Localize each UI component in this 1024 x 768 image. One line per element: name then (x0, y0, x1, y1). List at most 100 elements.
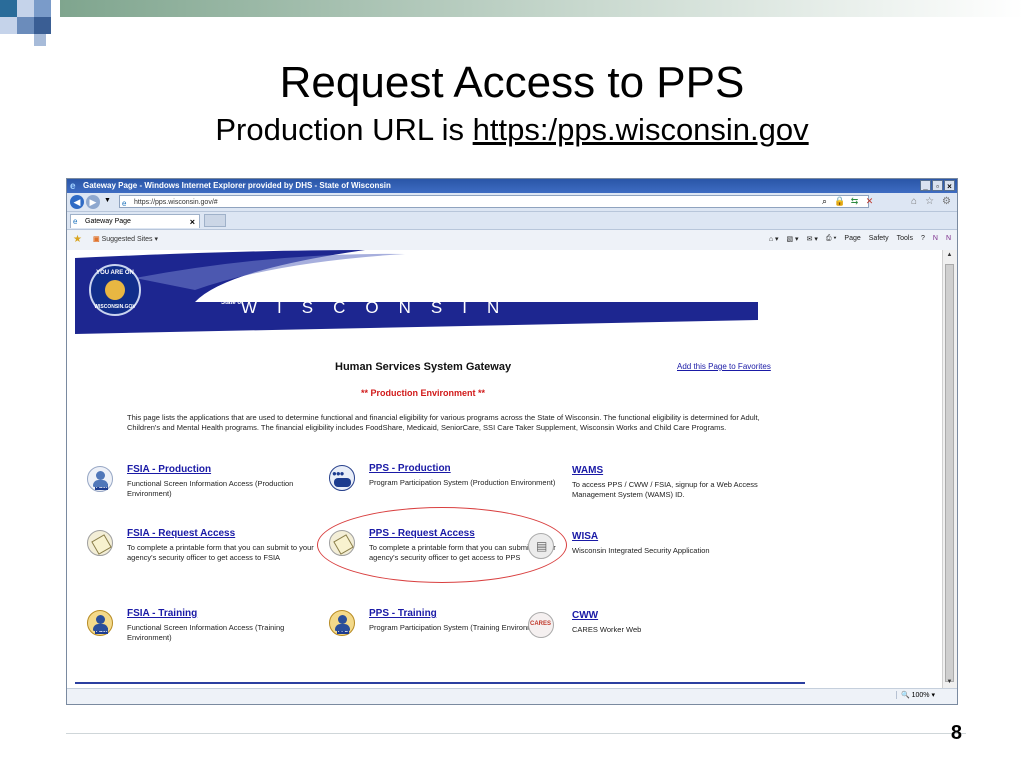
window-title: Gateway Page - Windows Internet Explorer… (83, 181, 391, 190)
slide-title: Request Access to PPS (279, 58, 745, 107)
icon-badge: PPS (337, 628, 350, 634)
zoom-level: 100% (911, 692, 930, 699)
history-dropdown-icon[interactable]: ▼ (104, 197, 111, 204)
gateway-title: Human Services System Gateway (335, 361, 512, 373)
icon-badge: FSIA (95, 484, 109, 490)
scroll-down-icon[interactable]: ▼ (945, 679, 954, 688)
app-link[interactable]: FSIA - Training (127, 608, 197, 619)
suggested-sites-label: Suggested Sites (101, 236, 153, 243)
environment-label: ** Production Environment ** (361, 388, 486, 398)
status-bar: 🔍 100% ▾ (67, 688, 957, 704)
favorites-star-icon[interactable]: ☆ (925, 196, 934, 207)
app-fsia-production[interactable]: FSIA FSIA - Production Functional Screen… (87, 464, 317, 504)
app-description: Functional Screen Information Access (Pr… (127, 479, 294, 498)
menu-safety[interactable]: Safety (869, 235, 889, 243)
app-link[interactable]: PPS - Production (369, 463, 451, 474)
app-pps-training[interactable]: PPS PPS - Training Program Participation… (329, 608, 559, 648)
wisconsin-gov-seal-icon[interactable]: YOU ARE ON WISCONSIN.GOV (89, 264, 141, 316)
app-link[interactable]: CWW (572, 610, 598, 621)
seal-bottom-text: WISCONSIN.GOV (94, 304, 136, 310)
cares-icon (528, 612, 554, 638)
browser-titlebar: e Gateway Page - Windows Internet Explor… (67, 179, 957, 193)
seal-top-text: YOU ARE ON (96, 270, 134, 276)
app-link[interactable]: WAMS (572, 465, 603, 476)
person-icon: FSIA (87, 610, 113, 636)
onenote-icon[interactable]: N (933, 235, 938, 243)
restore-button[interactable]: ▫ (932, 180, 943, 191)
tab-favicon-icon: e (73, 217, 78, 226)
production-url-link[interactable]: https:/pps.wisconsin.gov (473, 112, 809, 147)
group-icon: PPS (329, 610, 355, 636)
forward-icon[interactable]: ▶ (86, 195, 100, 209)
tab-gateway-page[interactable]: e Gateway Page × (70, 214, 200, 228)
page-viewport: YOU ARE ON WISCONSIN.GOV State of WISCON… (67, 250, 943, 690)
menu-page[interactable]: Page (844, 235, 860, 243)
lock-icon (528, 533, 554, 559)
app-link[interactable]: PPS - Training (369, 608, 437, 619)
person-icon: FSIA (87, 466, 113, 492)
state-of-label: State of (221, 300, 244, 306)
browser-window: e Gateway Page - Windows Internet Explor… (66, 178, 958, 705)
suggested-sites-link[interactable]: ▣ Suggested Sites ▾ (93, 235, 158, 243)
home-cmd-icon[interactable]: ⌂ ▾ (769, 235, 779, 243)
icon-badge: FSIA (95, 628, 109, 634)
site-favicon-icon: e (122, 199, 127, 208)
slide-header-band (0, 0, 1024, 50)
command-bar: ★ ▣ Suggested Sites ▾ ⌂ ▾ ▧ ▾ ✉ ▾ ⎙ ▾ Pa… (67, 230, 957, 251)
slide-subtitle: Production URL is https:/pps.wisconsin.g… (0, 112, 1024, 148)
mail-icon[interactable]: ✉ ▾ (807, 235, 818, 243)
slide-page-number: 8 (950, 722, 962, 744)
subtitle-prefix: Production URL is (215, 112, 473, 147)
app-link[interactable]: WISA (572, 531, 598, 542)
app-description: To complete a printable form that you ca… (127, 543, 314, 562)
minimize-button[interactable]: _ (920, 180, 931, 191)
menu-tools[interactable]: Tools (897, 235, 913, 243)
address-input[interactable]: e https://pps.wisconsin.gov/# (119, 195, 869, 208)
form-icon (87, 530, 113, 556)
lock-icon[interactable]: 🔒 (834, 196, 845, 207)
app-description: To access PPS / CWW / FSIA, signup for a… (572, 480, 758, 499)
ie-logo-icon: e (70, 181, 76, 192)
home-icon[interactable]: ⌂ (911, 196, 917, 207)
footer-rule (75, 682, 805, 684)
app-wams[interactable]: WAMS To access PPS / CWW / FSIA, signup … (572, 465, 802, 515)
app-description: Functional Screen Information Access (Tr… (127, 623, 285, 642)
app-wisa[interactable]: WISA Wisconsin Integrated Security Appli… (528, 531, 802, 561)
close-window-button[interactable]: × (944, 180, 955, 191)
feeds-icon[interactable]: ▧ ▾ (787, 235, 799, 243)
print-icon[interactable]: ⎙ ▾ (826, 235, 837, 243)
app-pps-production[interactable]: PPS - Production Program Participation S… (329, 463, 559, 503)
vertical-scrollbar[interactable]: ▲ ▼ (942, 250, 957, 690)
banner-swoosh (75, 250, 758, 334)
back-icon[interactable]: ◀ (70, 195, 84, 209)
app-link[interactable]: FSIA - Request Access (127, 528, 235, 539)
intro-text: This page lists the applications that ar… (127, 413, 760, 432)
gear-icon[interactable]: ⚙ (942, 196, 951, 207)
tab-label: Gateway Page (85, 218, 131, 225)
address-text: https://pps.wisconsin.gov/# (134, 199, 218, 206)
onenote-linked-icon[interactable]: N (946, 235, 951, 243)
app-description: CARES Worker Web (572, 625, 642, 634)
zoom-control[interactable]: 🔍 100% ▾ (895, 691, 935, 699)
new-tab-button[interactable] (204, 214, 226, 227)
close-tab-icon[interactable]: × (190, 215, 195, 229)
state-name: WISCONSIN (241, 298, 520, 317)
favorites-icon[interactable]: ★ (73, 234, 82, 245)
scroll-thumb[interactable] (945, 264, 954, 682)
compat-icon[interactable]: ⇆ (849, 196, 860, 207)
group-icon (329, 465, 355, 491)
tab-bar: e Gateway Page × (67, 212, 957, 230)
stop-icon[interactable]: ✕ (864, 196, 875, 207)
wisconsin-banner: YOU ARE ON WISCONSIN.GOV State of WISCON… (75, 250, 758, 334)
app-link[interactable]: FSIA - Production (127, 464, 211, 475)
app-fsia-request-access[interactable]: FSIA - Request Access To complete a prin… (87, 528, 317, 572)
address-bar-row: ◀ ▶ ▼ e https://pps.wisconsin.gov/# ⌕ 🔒 … (67, 193, 957, 212)
scroll-up-icon[interactable]: ▲ (945, 252, 954, 261)
slide-footer-line (66, 733, 966, 734)
help-icon[interactable]: ? (921, 235, 925, 243)
app-cww[interactable]: CWW CARES Worker Web (528, 610, 802, 640)
add-favorites-link[interactable]: Add this Page to Favorites (677, 362, 771, 371)
app-fsia-training[interactable]: FSIA FSIA - Training Functional Screen I… (87, 608, 317, 648)
app-description: Wisconsin Integrated Security Applicatio… (572, 546, 710, 555)
search-icon[interactable]: ⌕ (819, 196, 830, 207)
